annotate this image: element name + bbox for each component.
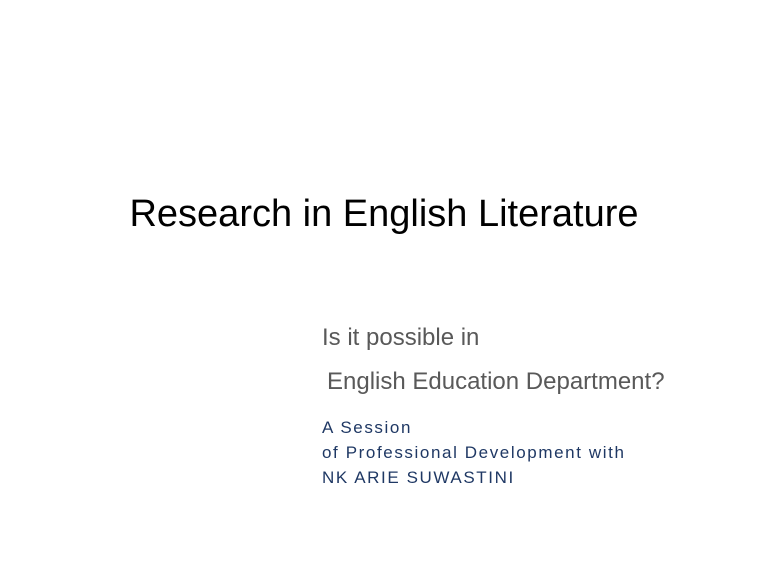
slide-title: Research in English Literature: [129, 193, 639, 235]
presenter-name: NK ARIE SUWASTINI: [322, 468, 515, 487]
subtitle-line-1: Is it possible in: [322, 324, 480, 351]
subtitle-line-2: English Education Department?: [327, 368, 665, 395]
session-info: A Session of Professional Development wi…: [322, 415, 626, 490]
session-line-1: A Session: [322, 418, 413, 437]
session-line-2: of Professional Development with: [322, 443, 626, 462]
presentation-slide: Research in English Literature Is it pos…: [0, 0, 768, 576]
